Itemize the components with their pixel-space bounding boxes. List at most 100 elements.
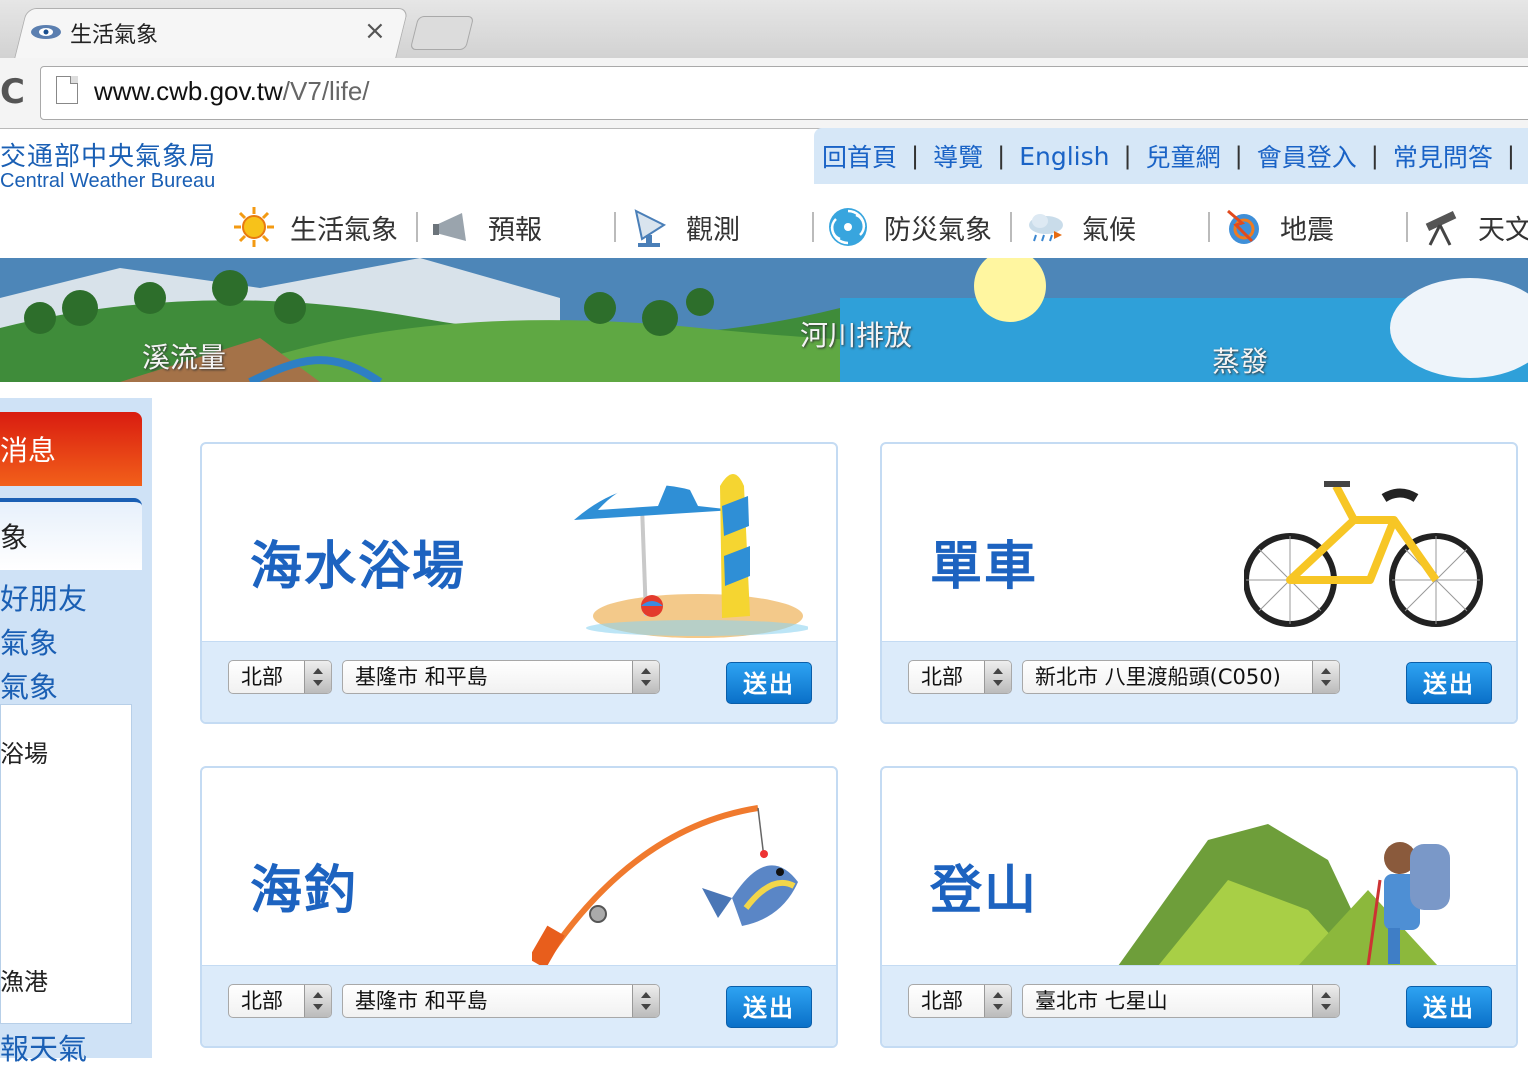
nav-observation[interactable]: 觀測 [622, 198, 820, 256]
separator: | [1234, 142, 1243, 170]
select-arrow-icon [1312, 985, 1339, 1017]
page-icon [56, 76, 78, 104]
card-footer: 北部 臺北市 七星山 送出 [882, 965, 1516, 1046]
region-select[interactable]: 北部 [908, 660, 1012, 694]
location-select[interactable]: 基隆市 和平島 [342, 660, 660, 694]
tab-close-icon[interactable]: × [364, 16, 386, 46]
sidebar-link-weather-1[interactable]: 氣象 [0, 620, 58, 662]
tab-content: 生活氣象 [30, 16, 158, 50]
region-value: 北部 [241, 989, 283, 1013]
card-footer: 北部 基隆市 和平島 送出 [202, 641, 836, 722]
region-value: 北部 [921, 665, 963, 689]
banner-label-river-discharge: 河川排放 [800, 319, 913, 352]
nav-label: 地震 [1280, 214, 1334, 246]
card-beach: 海水浴場 北部 基隆市 和平島 送出 [200, 442, 838, 724]
toplink-login[interactable]: 會員登入 [1257, 138, 1357, 174]
banner-label-evaporation: 蒸發 [1212, 345, 1269, 378]
new-tab-button[interactable] [409, 16, 475, 50]
card-title: 海釣 [250, 861, 359, 921]
banner-label-streamflow: 溪流量 [142, 341, 227, 374]
earthquake-icon [1222, 205, 1266, 249]
location-value: 新北市 八里渡船頭(C050) [1035, 665, 1281, 689]
location-select[interactable]: 臺北市 七星山 [1022, 984, 1340, 1018]
submit-button[interactable]: 送出 [726, 986, 812, 1028]
nav-divider [416, 212, 418, 242]
sidebar-item-fishing-port[interactable]: 漁港 [0, 962, 48, 997]
nav-label: 觀測 [686, 214, 740, 246]
card-sea-fishing: 海釣 北部 基隆市 和平島 送出 [200, 766, 838, 1048]
toplink-home[interactable]: 回首頁 [822, 138, 897, 174]
nav-earthquake[interactable]: 地震 [1216, 198, 1414, 256]
reload-icon[interactable]: C [0, 72, 25, 112]
url-text[interactable]: www.cwb.gov.tw/V7/life/ [94, 76, 370, 107]
region-select[interactable]: 北部 [228, 660, 332, 694]
main-nav: 生活氣象 預報 觀測 防災氣象 氣候 地震 天文 [226, 196, 1528, 258]
nav-astronomy[interactable]: 天文 [1414, 198, 1528, 256]
toplink-english[interactable]: English [1019, 142, 1109, 171]
nav-divider [1406, 212, 1408, 242]
card-title: 單車 [930, 537, 1039, 597]
megaphone-icon [430, 205, 474, 249]
card-title: 海水浴場 [250, 537, 467, 597]
card-mountain-hiking: 登山 北部 臺北市 七星山 送出 [880, 766, 1518, 1048]
region-value: 北部 [241, 665, 283, 689]
nav-climate[interactable]: 氣候 [1018, 198, 1216, 256]
nav-divider [614, 212, 616, 242]
nav-life-weather[interactable]: 生活氣象 [226, 198, 424, 256]
sidebar-link-weather-2[interactable]: 氣象 [0, 664, 58, 706]
card-footer: 北部 新北市 八里渡船頭(C050) 送出 [882, 641, 1516, 722]
region-select[interactable]: 北部 [908, 984, 1012, 1018]
logo-english[interactable]: Central Weather Bureau [0, 170, 215, 193]
mountain-hiker-icon [1118, 824, 1450, 967]
separator: | [1506, 142, 1515, 170]
toplink-faq[interactable]: 常見問答 [1393, 138, 1493, 174]
url-path: /V7/life/ [282, 76, 370, 106]
nav-label: 生活氣象 [290, 214, 398, 246]
toplink-kids[interactable]: 兒童網 [1146, 138, 1221, 174]
nav-label: 預報 [488, 214, 542, 246]
select-arrow-icon [304, 985, 331, 1017]
sidebar-weather-tab[interactable]: 象 [0, 498, 142, 570]
submit-button[interactable]: 送出 [726, 662, 812, 704]
card-bicycle: 單車 北部 新北市 八里渡船頭(C050) 送出 [880, 442, 1518, 724]
nav-label: 防災氣象 [884, 214, 992, 246]
nav-forecast[interactable]: 預報 [424, 198, 622, 256]
toplink-guide[interactable]: 導覽 [933, 138, 983, 174]
radar-dish-icon [628, 205, 672, 249]
tab-title: 生活氣象 [70, 23, 159, 48]
sidebar-news-tab[interactable]: 消息 [0, 412, 142, 486]
select-arrow-icon [632, 661, 659, 693]
url-host: www.cwb.gov.tw [94, 76, 283, 106]
sidebar-item-beach[interactable]: 浴場 [0, 734, 48, 769]
nav-divider [812, 212, 814, 242]
select-arrow-icon [984, 661, 1011, 693]
select-arrow-icon [1312, 661, 1339, 693]
nav-divider [1208, 212, 1210, 242]
submit-button[interactable]: 送出 [1406, 662, 1492, 704]
nav-label: 氣候 [1082, 214, 1136, 246]
banner-image: 溪流量 河川排放 蒸發 [0, 258, 1528, 382]
separator: | [911, 142, 920, 170]
sidebar-link-friends[interactable]: 好朋友 [0, 576, 87, 618]
select-arrow-icon [304, 661, 331, 693]
location-value: 臺北市 七星山 [1035, 989, 1168, 1013]
favicon-icon [30, 21, 62, 46]
card-title: 登山 [930, 861, 1039, 921]
location-value: 基隆市 和平島 [355, 665, 488, 689]
fishing-rod-icon [532, 805, 798, 969]
location-value: 基隆市 和平島 [355, 989, 488, 1013]
location-select[interactable]: 基隆市 和平島 [342, 984, 660, 1018]
location-select[interactable]: 新北市 八里渡船頭(C050) [1022, 660, 1340, 694]
nav-label: 天文 [1478, 214, 1528, 246]
submit-button[interactable]: 送出 [1406, 986, 1492, 1028]
region-select[interactable]: 北部 [228, 984, 332, 1018]
cloud-rain-icon [1024, 205, 1068, 249]
separator: | [1123, 142, 1132, 170]
sidebar-link-report-weather[interactable]: 報天氣 [0, 1026, 87, 1068]
nav-disaster-weather[interactable]: 防災氣象 [820, 198, 1018, 256]
typhoon-icon [826, 205, 870, 249]
telescope-icon [1420, 205, 1464, 249]
logo-chinese[interactable]: 交通部中央氣象局 [0, 136, 216, 173]
region-value: 北部 [921, 989, 963, 1013]
top-links: 回首頁| 導覽| English| 兒童網| 會員登入| 常見問答| 充 [814, 128, 1528, 184]
